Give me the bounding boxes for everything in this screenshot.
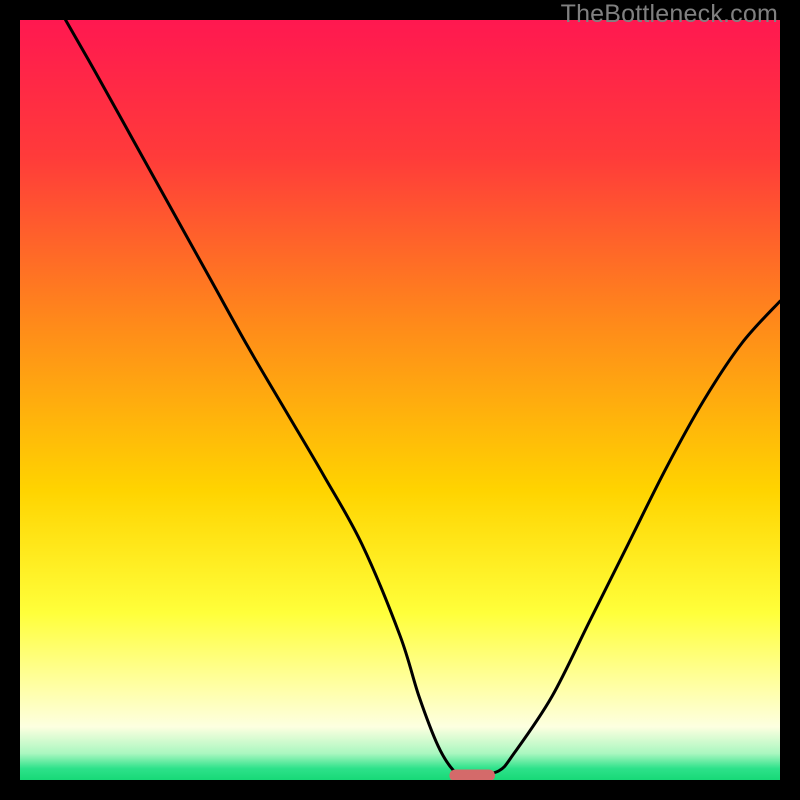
chart-frame bbox=[20, 20, 780, 780]
watermark-text: TheBottleneck.com bbox=[561, 0, 778, 29]
optimal-marker bbox=[449, 769, 495, 780]
bottleneck-chart bbox=[20, 20, 780, 780]
gradient-background bbox=[20, 20, 780, 780]
